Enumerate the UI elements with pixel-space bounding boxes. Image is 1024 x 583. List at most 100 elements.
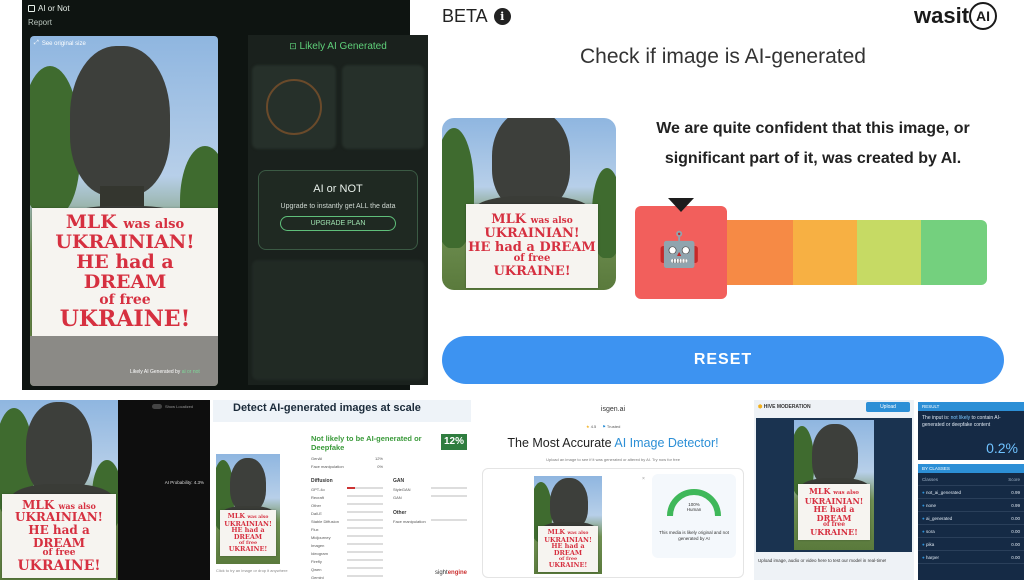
hive-logo-icon: ⬢ xyxy=(758,404,763,410)
classes-title: BY CLASSES xyxy=(918,464,1024,473)
diffusion-row: Flux xyxy=(311,527,383,532)
other-row: Face manipulation xyxy=(393,519,467,524)
report-link[interactable]: Report xyxy=(28,18,52,27)
beta-label: BETA i xyxy=(442,6,511,27)
diffusion-section: Diffusion GPT-4o Recraft Other Dall-E Stable… xyxy=(311,478,383,583)
top-scores: GenAI 12% Face manipulation 0% xyxy=(311,456,383,472)
analyzed-image-thumb: MLK was also UKRAINIAN! HE had a DREAM o… xyxy=(442,118,616,290)
aiornot-panel: AI or Not Report MLK was also UKRAINIAN!… xyxy=(22,0,428,390)
sightengine-image: MLK was also UKRAINIAN! HE had a DREAM o… xyxy=(216,454,280,564)
isgen-verdict: This media is likely original and not ge… xyxy=(659,530,729,541)
isgen-image: MLK was also UKRAINIAN! HE had a DREAM o… xyxy=(534,476,602,574)
page-heading: Check if image is AI-generated xyxy=(580,45,866,68)
result-text: The input is: not likely to contain AI-g… xyxy=(922,415,1001,428)
isgen-panel: isgen.ai ★ 4.5 ⚑ Trusted The Most Accura… xyxy=(476,400,750,580)
panel-a-sign: MLK was also UKRAINIAN! HE had a DREAM o… xyxy=(2,494,116,578)
sightengine-logo: sightengine xyxy=(435,570,468,576)
score-row: Face manipulation 0% xyxy=(311,464,383,469)
uploaded-image: MLK was also UKRAINIAN! HE had a DREAM o… xyxy=(30,36,218,386)
gan-row: GAN xyxy=(393,495,467,500)
diffusion-row: Firefly xyxy=(311,559,383,564)
isgen-result-box: 100% Human This media is likely original… xyxy=(652,474,736,558)
upgrade-plan-button[interactable]: UPGRADE PLAN xyxy=(279,216,397,231)
upgrade-card: AI or NOT Upgrade to instantly get ALL t… xyxy=(258,170,418,250)
verdict-text: We are quite confident that this image, … xyxy=(656,120,970,167)
localized-toggle[interactable]: Show Localized xyxy=(152,404,193,409)
result-label: ⊡ Likely AI Generated xyxy=(289,41,387,52)
diffusion-row: Stable Diffusion xyxy=(311,519,383,524)
robot-icon: 🤖 xyxy=(658,231,701,269)
star-icon: ★ xyxy=(586,424,590,429)
app-title: AI or Not xyxy=(38,4,70,13)
result-title: RESULT xyxy=(918,402,1024,411)
see-original-link[interactable]: ⤢ See original size xyxy=(34,40,86,47)
classes-header: Classes Score xyxy=(918,473,1024,486)
blurred-chart-2 xyxy=(342,65,424,149)
class-row: ● pika 0.00 xyxy=(918,538,1024,551)
hive-brand: ⬢ HIVE MODERATION xyxy=(758,404,811,410)
isgen-title: The Most Accurate AI Image Detector! xyxy=(507,436,719,450)
segment-likely-ai xyxy=(727,220,793,285)
protest-sign: MLK was also UKRAINIAN! HE had a DREAM o… xyxy=(32,208,218,336)
expand-icon: ⤢ xyxy=(34,40,39,46)
toggle-switch-icon xyxy=(152,404,162,409)
gan-section: GAN StyleGAN GAN xyxy=(393,478,467,503)
app-grid-icon xyxy=(28,5,35,12)
watermark: Likely AI Generated by ai or not xyxy=(130,369,200,375)
upgrade-title: AI or NOT xyxy=(313,183,363,195)
ai-badge-icon: ⚑ xyxy=(602,424,606,429)
panel-a-image: MLK was also UKRAINIAN! HE had a DREAM o… xyxy=(0,400,118,580)
class-row: ● sora 0.00 xyxy=(918,525,1024,538)
gan-row: StyleGAN xyxy=(393,487,467,492)
result-score: 0.2% xyxy=(986,440,1018,456)
diffusion-row: Imagen xyxy=(311,543,383,548)
gan-title: GAN xyxy=(393,478,405,484)
upgrade-text: Upgrade to instantly get ALL the data xyxy=(280,203,396,210)
diffusion-row: Dall-E xyxy=(311,511,383,516)
diffusion-row: GPT-4o xyxy=(311,487,383,492)
close-icon[interactable]: × xyxy=(642,476,645,482)
ai-probability: AI Probability: 4.3% xyxy=(164,480,204,485)
sightengine-result: Not likely to be AI-generated or Deepfak… xyxy=(311,434,422,452)
wasitai-logo[interactable]: wasit AI xyxy=(914,2,998,30)
info-icon[interactable]: i xyxy=(493,8,511,25)
hive-caption: Upload image, audio or video here to tes… xyxy=(758,558,887,563)
panel-a: MLK was also UKRAINIAN! HE had a DREAM o… xyxy=(0,400,210,580)
thumb-protest-sign: MLK was also UKRAINIAN! HE had a DREAM o… xyxy=(466,204,598,288)
magnifier-icon: AI xyxy=(969,2,998,30)
class-row: ● harper 0.00 xyxy=(918,551,1024,564)
hive-classes-table: BY CLASSES Classes Score ● not_ai_generat… xyxy=(918,464,1024,580)
diffusion-row: Gemini xyxy=(311,575,383,580)
sightengine-score-badge: 12% xyxy=(441,434,467,450)
isgen-sign: MLK was also UKRAINIAN! HE had a DREAM o… xyxy=(538,526,598,572)
sightengine-panel: Detect AI-generated images at scale MLK … xyxy=(213,400,471,580)
sightengine-title: Detect AI-generated images at scale xyxy=(233,402,421,414)
class-row: ● not_ai_generated 0.99 xyxy=(918,486,1024,499)
isgen-subtitle: Upload an image to see if it was generat… xyxy=(546,457,680,462)
hive-sign: MLK was also UKRAINIAN! HE had a DREAM o… xyxy=(798,484,870,540)
upload-button[interactable]: Upload xyxy=(866,402,910,412)
class-row: ● none 0.99 xyxy=(918,499,1024,512)
reset-button[interactable]: RESET xyxy=(442,336,1004,384)
diffusion-row: Recraft xyxy=(311,495,383,500)
diffusion-row: Midjourney xyxy=(311,535,383,540)
other-section: Other Face manipulation xyxy=(393,510,467,527)
segment-human xyxy=(921,220,987,285)
sightengine-sign: MLK was also UKRAINIAN! HE had a DREAM o… xyxy=(220,510,276,556)
other-title: Other xyxy=(393,510,407,516)
diffusion-title: Diffusion xyxy=(311,478,333,484)
class-row: ● ai_generated 0.00 xyxy=(918,512,1024,525)
diffusion-row: Qwen xyxy=(311,567,383,572)
blurred-details xyxy=(252,260,424,380)
isgen-brand: isgen.ai xyxy=(600,406,626,413)
drop-hint: Click to try an image or drop it anywher… xyxy=(216,568,288,573)
blurred-gauge xyxy=(266,79,322,135)
scan-icon: ⊡ xyxy=(289,41,297,51)
human-gauge xyxy=(667,489,721,517)
gauge-text: 100% Human xyxy=(686,502,702,512)
isgen-rating: ★ 4.5 ⚑ Trusted xyxy=(586,424,621,429)
aiornot-header: AI or Not xyxy=(28,4,70,13)
hive-result-card: RESULT The input is: not likely to conta… xyxy=(918,402,1024,460)
score-row: GenAI 12% xyxy=(311,456,383,461)
hive-image: MLK was also UKRAINIAN! HE had a DREAM o… xyxy=(794,420,874,550)
